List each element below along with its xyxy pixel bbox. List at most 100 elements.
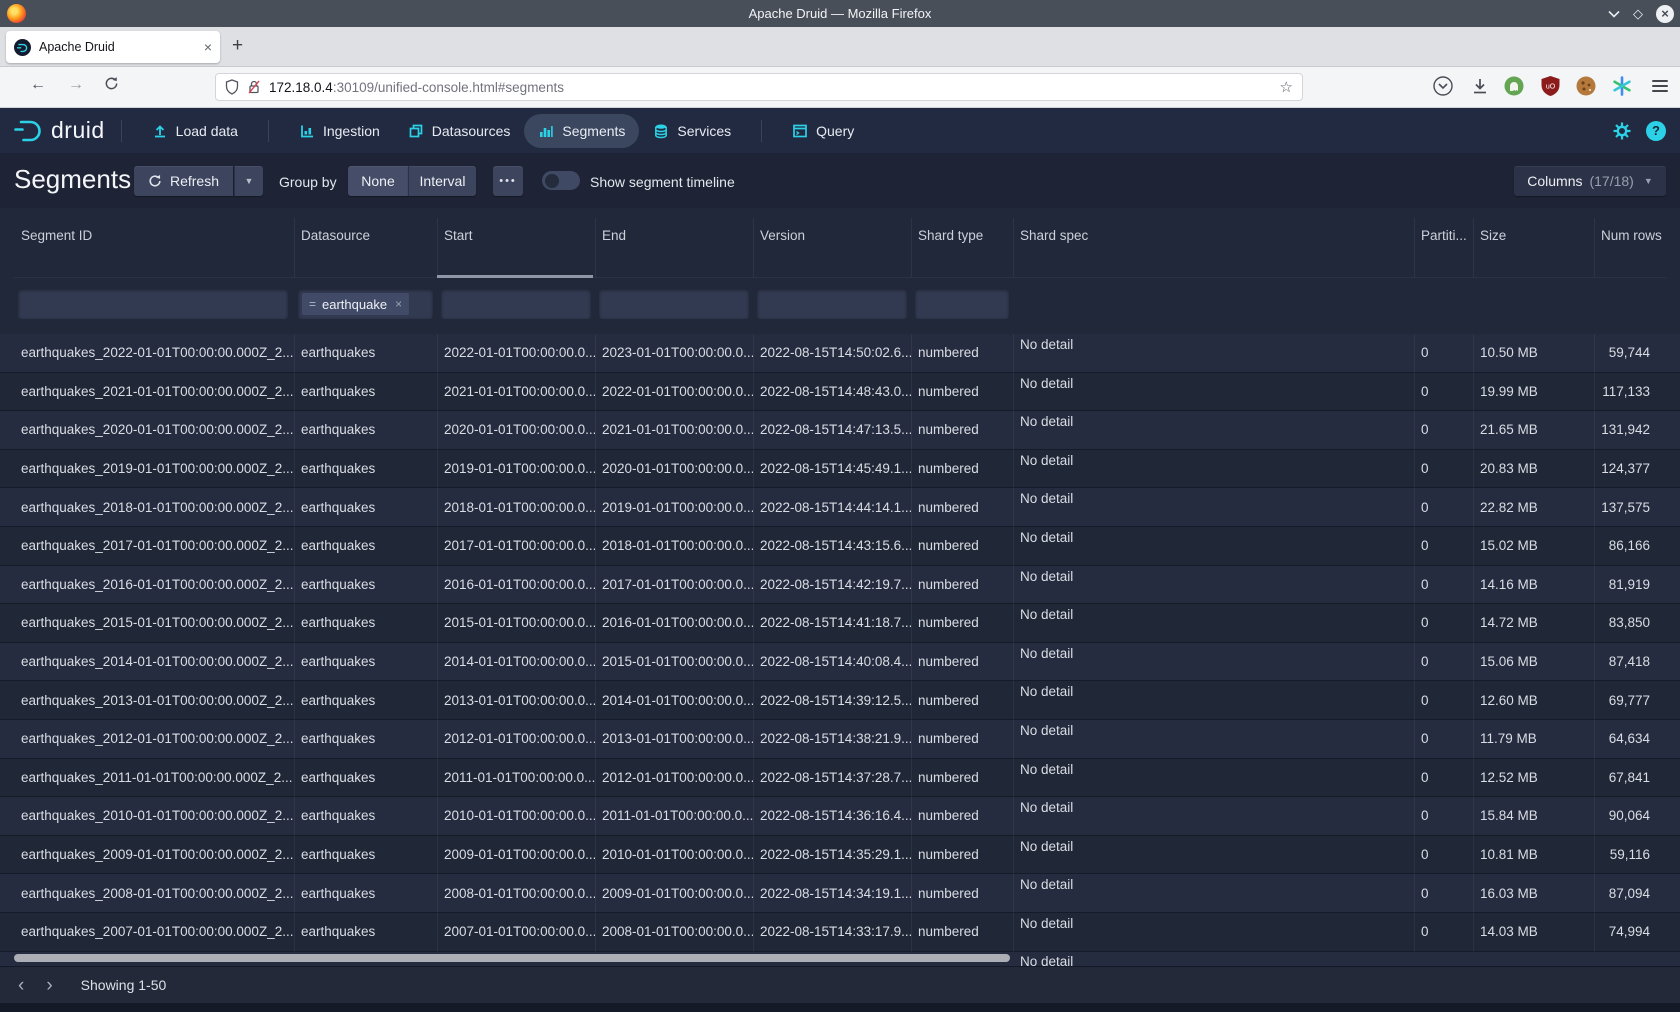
table-row[interactable]: earthquakes_2010-01-01T00:00:00.000Z_2..… — [0, 797, 1680, 836]
column-header-shard-type[interactable]: Shard type — [911, 208, 1013, 263]
window-minimize-icon[interactable] — [1608, 10, 1620, 18]
column-header-end[interactable]: End — [595, 208, 753, 263]
filter-tag-remove-icon[interactable]: × — [395, 297, 402, 311]
cell-num-rows: 59,116 — [1594, 836, 1655, 874]
column-header-size[interactable]: Size — [1473, 208, 1594, 263]
shield-icon[interactable] — [225, 79, 239, 95]
browser-tab[interactable]: Apache Druid × — [6, 31, 220, 63]
cell-version: 2022-08-15T14:36:16.4... — [753, 797, 911, 835]
tab-bar: Apache Druid × + — [0, 27, 1680, 67]
column-header-shard-spec[interactable]: Shard spec — [1013, 208, 1414, 263]
column-header-num-rows[interactable]: Num rows — [1594, 208, 1655, 263]
cell-num-rows: 83,850 — [1594, 604, 1655, 642]
ublock-origin-icon[interactable]: uO — [1540, 75, 1561, 97]
cell-datasource: earthquakes — [294, 450, 437, 488]
nav-item-datasources[interactable]: Datasources — [394, 114, 525, 148]
table-row[interactable]: earthquakes_2013-01-01T00:00:00.000Z_2..… — [0, 681, 1680, 720]
cell-shard-spec: No detail — [1013, 643, 1414, 681]
new-tab-button[interactable]: + — [232, 35, 243, 57]
druid-logo[interactable]: druid — [12, 116, 105, 146]
window-close-icon[interactable]: × — [1656, 5, 1674, 23]
cell-num-rows: 67,841 — [1594, 759, 1655, 797]
group-by-none-button[interactable]: None — [348, 166, 408, 196]
nav-item-ingestion[interactable]: Ingestion — [285, 114, 394, 148]
refresh-button[interactable]: Refresh — [134, 166, 233, 196]
cell-start: 2012-01-01T00:00:00.0... — [437, 720, 595, 758]
tab-close-icon[interactable]: × — [204, 39, 212, 55]
refresh-dropdown-button[interactable]: ▼ — [234, 166, 263, 196]
nav-divider — [761, 120, 762, 142]
more-options-button[interactable]: ••• — [493, 166, 523, 196]
nav-item-load-data[interactable]: Load data — [138, 114, 252, 148]
table-row[interactable]: earthquakes_2019-01-01T00:00:00.000Z_2..… — [0, 450, 1680, 489]
next-page-icon[interactable]: › — [46, 976, 52, 995]
filter-input-shard-type[interactable] — [915, 289, 1009, 319]
filter-input-end[interactable] — [599, 289, 749, 319]
prev-page-icon[interactable]: ‹ — [18, 976, 24, 995]
datasource-filter-tag[interactable]: = earthquake × — [302, 293, 409, 315]
forward-button[interactable]: → — [68, 76, 84, 94]
settings-gear-icon[interactable] — [1612, 121, 1632, 141]
table-row[interactable]: earthquakes_2015-01-01T00:00:00.000Z_2..… — [0, 604, 1680, 643]
table-row[interactable]: earthquakes_2018-01-01T00:00:00.000Z_2..… — [0, 488, 1680, 527]
cell-partitioning: 0 — [1414, 759, 1473, 797]
cookie-extension-icon[interactable] — [1575, 75, 1597, 97]
columns-button[interactable]: Columns (17/18) ▼ — [1514, 166, 1666, 196]
cell-partitioning: 0 — [1414, 643, 1473, 681]
page-header: Segments Refresh ▼ Group by None Interva… — [0, 153, 1680, 208]
column-header-partitioning[interactable]: Partiti... — [1414, 208, 1473, 263]
column-header-datasource[interactable]: Datasource — [294, 208, 437, 263]
filter-input-start[interactable] — [441, 289, 591, 319]
columns-label: Columns — [1527, 173, 1582, 189]
table-row[interactable]: earthquakes_2009-01-01T00:00:00.000Z_2..… — [0, 836, 1680, 875]
bookmark-star-icon[interactable]: ☆ — [1280, 78, 1293, 96]
cell-partitioning: 0 — [1414, 604, 1473, 642]
table-row[interactable]: earthquakes_2008-01-01T00:00:00.000Z_2..… — [0, 874, 1680, 913]
pocket-icon[interactable] — [1432, 75, 1454, 97]
filter-input-segment-id[interactable] — [18, 289, 288, 319]
table-row[interactable]: earthquakes_2007-01-01T00:00:00.000Z_2..… — [0, 913, 1680, 952]
cell-num-rows: 69,777 — [1594, 681, 1655, 719]
filter-tag-value: earthquake — [322, 297, 387, 312]
cell-segment-id: earthquakes_2007-01-01T00:00:00.000Z_2..… — [14, 913, 294, 951]
lock-disabled-icon[interactable] — [247, 79, 261, 95]
nav-item-services[interactable]: Services — [639, 114, 745, 148]
cell-segment-id: earthquakes_2008-01-01T00:00:00.000Z_2..… — [14, 874, 294, 912]
nav-item-segments[interactable]: Segments — [524, 114, 639, 148]
cell-segment-id: earthquakes_2013-01-01T00:00:00.000Z_2..… — [14, 681, 294, 719]
column-header-version[interactable]: Version — [753, 208, 911, 263]
nav-divider — [121, 120, 122, 142]
back-button[interactable]: ← — [30, 76, 46, 94]
table-row[interactable]: earthquakes_2017-01-01T00:00:00.000Z_2..… — [0, 527, 1680, 566]
table-row[interactable]: earthquakes_2020-01-01T00:00:00.000Z_2..… — [0, 411, 1680, 450]
table-row[interactable]: earthquakes_2012-01-01T00:00:00.000Z_2..… — [0, 720, 1680, 759]
menu-hamburger-icon[interactable] — [1652, 80, 1668, 92]
cell-partitioning: 0 — [1414, 488, 1473, 526]
column-header-segment-id[interactable]: Segment ID — [14, 208, 294, 263]
reload-button[interactable] — [104, 76, 119, 91]
column-header-start[interactable]: Start — [437, 208, 595, 263]
table-row[interactable]: earthquakes_2014-01-01T00:00:00.000Z_2..… — [0, 643, 1680, 682]
cell-shard-type: numbered — [911, 759, 1013, 797]
pinwheel-extension-icon[interactable] — [1611, 75, 1633, 97]
filter-input-version[interactable] — [757, 289, 907, 319]
table-row[interactable]: earthquakes_2016-01-01T00:00:00.000Z_2..… — [0, 566, 1680, 605]
ghostery-extension-icon[interactable] — [1503, 75, 1525, 97]
url-bar[interactable]: 172.18.0.4:30109/unified-console.html#se… — [215, 73, 1303, 101]
url-text[interactable]: 172.18.0.4:30109/unified-console.html#se… — [269, 80, 1280, 95]
cell-num-rows: 137,575 — [1594, 488, 1655, 526]
cell-end: 2013-01-01T00:00:00.0... — [595, 720, 753, 758]
horizontal-scrollbar-thumb[interactable] — [14, 954, 1010, 962]
segment-timeline-toggle[interactable] — [542, 171, 580, 190]
help-icon[interactable]: ? — [1646, 121, 1666, 141]
download-icon[interactable] — [1469, 75, 1491, 97]
window-maximize-icon[interactable]: ◇ — [1633, 7, 1643, 20]
table-row[interactable]: earthquakes_2021-01-01T00:00:00.000Z_2..… — [0, 373, 1680, 412]
cell-num-rows: 117,133 — [1594, 373, 1655, 411]
group-by-interval-button[interactable]: Interval — [408, 166, 476, 196]
group-by-label: Group by — [279, 174, 337, 190]
nav-item-query[interactable]: Query — [778, 114, 868, 148]
filter-input-datasource[interactable]: = earthquake × — [298, 289, 433, 319]
table-row[interactable]: earthquakes_2011-01-01T00:00:00.000Z_2..… — [0, 759, 1680, 798]
table-row[interactable]: earthquakes_2022-01-01T00:00:00.000Z_2..… — [0, 334, 1680, 373]
